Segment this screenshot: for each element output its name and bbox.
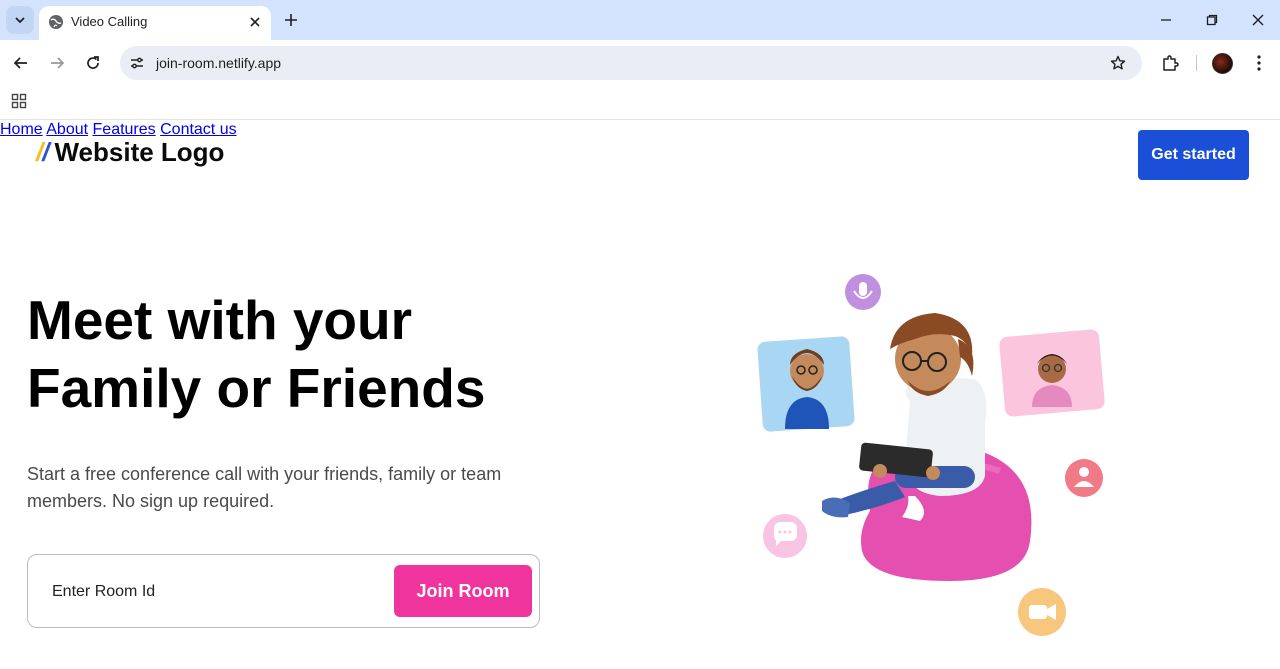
restore-icon: [1206, 14, 1218, 26]
video-call-illustration: [757, 274, 1105, 636]
room-id-input[interactable]: [42, 573, 382, 611]
join-room-button[interactable]: Join Room: [394, 565, 532, 617]
tune-icon: [131, 57, 143, 69]
arrow-right-icon: [51, 57, 65, 69]
profile-avatar[interactable]: [1212, 53, 1233, 74]
browser-toolbar: join-room.netlify.app: [0, 40, 1280, 86]
user-icon: [1065, 459, 1103, 497]
hero-title: Meet with your Family or Friends: [27, 286, 587, 422]
reload-icon: [87, 56, 99, 69]
participant-tile-left: [757, 336, 855, 432]
hero-title-line-1: Meet with your: [27, 289, 413, 351]
minimize-button[interactable]: [1154, 8, 1178, 32]
address-bar[interactable]: join-room.netlify.app: [120, 46, 1142, 80]
more-vertical-icon: [1257, 55, 1261, 71]
nav-link-home[interactable]: Home: [0, 121, 43, 138]
star-icon: [1110, 55, 1126, 70]
logo-text: Website Logo: [54, 137, 225, 167]
extensions-button[interactable]: [1159, 52, 1181, 74]
nav-link-contact[interactable]: Contact us: [160, 121, 236, 138]
video-camera-icon: [1018, 588, 1066, 636]
tab-close-button[interactable]: [246, 13, 264, 31]
nav-link-features[interactable]: Features: [93, 121, 156, 138]
minimize-icon: [1161, 19, 1171, 21]
tab-title: Video Calling: [71, 14, 148, 29]
site-logo[interactable]: // Website Logo: [36, 137, 224, 168]
get-started-button[interactable]: Get started: [1138, 130, 1249, 180]
logo-mark: //: [36, 137, 50, 167]
bookmarks-bar: [0, 86, 1280, 120]
back-button[interactable]: [9, 51, 33, 75]
chat-icon: [763, 514, 807, 558]
browser-tab[interactable]: Video Calling: [39, 6, 271, 40]
close-icon: [1252, 14, 1264, 26]
hero-subtitle: Start a free conference call with your f…: [27, 464, 502, 511]
tab-search-button[interactable]: [6, 6, 34, 34]
chevron-down-icon: [15, 17, 25, 24]
plus-icon: [285, 14, 297, 26]
browser-menu-button[interactable]: [1248, 52, 1270, 74]
restore-button[interactable]: [1200, 8, 1224, 32]
apps-button[interactable]: [10, 92, 28, 110]
apps-grid-icon: [11, 93, 27, 109]
close-icon: [250, 17, 260, 27]
web-page: // Website Logo Home About Features Cont…: [0, 121, 1280, 669]
join-room-form: Join Room: [27, 554, 540, 628]
arrow-left-icon: [13, 57, 27, 69]
browser-tab-bar: Video Calling: [0, 0, 1280, 40]
site-info-button[interactable]: [128, 54, 146, 72]
globe-icon: [49, 15, 63, 29]
microphone-icon: [845, 274, 881, 310]
participant-tile-right: [999, 329, 1105, 417]
toolbar-divider: [1196, 55, 1197, 71]
puzzle-icon: [1163, 55, 1179, 71]
bookmark-star-button[interactable]: [1108, 53, 1128, 73]
close-window-button[interactable]: [1246, 8, 1270, 32]
url-text: join-room.netlify.app: [156, 55, 282, 71]
hero-title-line-2: Family or Friends: [27, 357, 486, 419]
reload-button[interactable]: [81, 51, 105, 75]
forward-button[interactable]: [45, 51, 69, 75]
new-tab-button[interactable]: [281, 10, 301, 30]
nav-link-about[interactable]: About: [46, 121, 88, 138]
